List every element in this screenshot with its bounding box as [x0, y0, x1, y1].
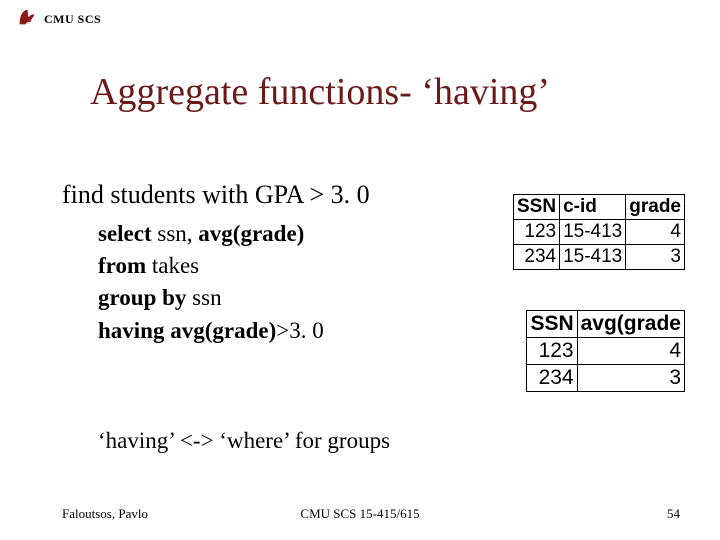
sql-l3-rest: ssn [186, 285, 221, 310]
cell: 15-413 [560, 245, 626, 270]
kw-from: from [98, 253, 146, 278]
col-grade: grade [626, 195, 685, 220]
sql-l4-tail: >3. 0 [276, 318, 323, 343]
col-ssn: SSN [527, 311, 577, 338]
kw-having: having [98, 318, 164, 343]
col-ssn: SSN [514, 195, 560, 220]
kw-select: select [98, 221, 152, 246]
note-text: ‘having’ <-> ‘where’ for groups [98, 428, 390, 454]
col-cid: c-id [560, 195, 626, 220]
cell: 15-413 [560, 220, 626, 245]
footer-authors: Faloutsos, Pavlo [62, 506, 148, 522]
kw-avg2: avg(grade) [170, 318, 276, 343]
table-row: 234 15-413 3 [514, 245, 685, 270]
header: CMU SCS [16, 6, 101, 33]
cell: 234 [514, 245, 560, 270]
cell: 123 [527, 338, 577, 365]
table-row: 123 15-413 4 [514, 220, 685, 245]
kw-avg1: avg(grade) [198, 221, 304, 246]
cell: 3 [626, 245, 685, 270]
lead-text: find students with GPA > 3. 0 [62, 180, 370, 210]
cell: 234 [527, 365, 577, 392]
cell: 3 [577, 365, 684, 392]
table-row: 234 3 [527, 365, 685, 392]
footer-page: 54 [667, 506, 680, 522]
col-avg: avg(grade [577, 311, 684, 338]
header-label: CMU SCS [44, 12, 101, 27]
cell: 4 [626, 220, 685, 245]
footer-course: CMU SCS 15-415/615 [300, 506, 419, 522]
sql-l2-rest: takes [146, 253, 199, 278]
takes-table: SSN c-id grade 123 15-413 4 234 15-413 3 [513, 194, 685, 270]
scotty-icon [16, 6, 38, 33]
kw-groupby: group by [98, 285, 186, 310]
table-row: 123 4 [527, 338, 685, 365]
sql-line-2: from takes [98, 250, 324, 282]
sql-line-1: select ssn, avg(grade) [98, 218, 324, 250]
table-header-row: SSN avg(grade [527, 311, 685, 338]
cell: 123 [514, 220, 560, 245]
sql-line-3: group by ssn [98, 282, 324, 314]
result-table: SSN avg(grade 123 4 234 3 [526, 310, 685, 392]
slide-title: Aggregate functions- ‘having’ [90, 70, 550, 114]
table-header-row: SSN c-id grade [514, 195, 685, 220]
sql-line-4: having avg(grade)>3. 0 [98, 315, 324, 347]
sql-l1-rest: ssn, [152, 221, 199, 246]
cell: 4 [577, 338, 684, 365]
sql-block: select ssn, avg(grade) from takes group … [98, 218, 324, 347]
